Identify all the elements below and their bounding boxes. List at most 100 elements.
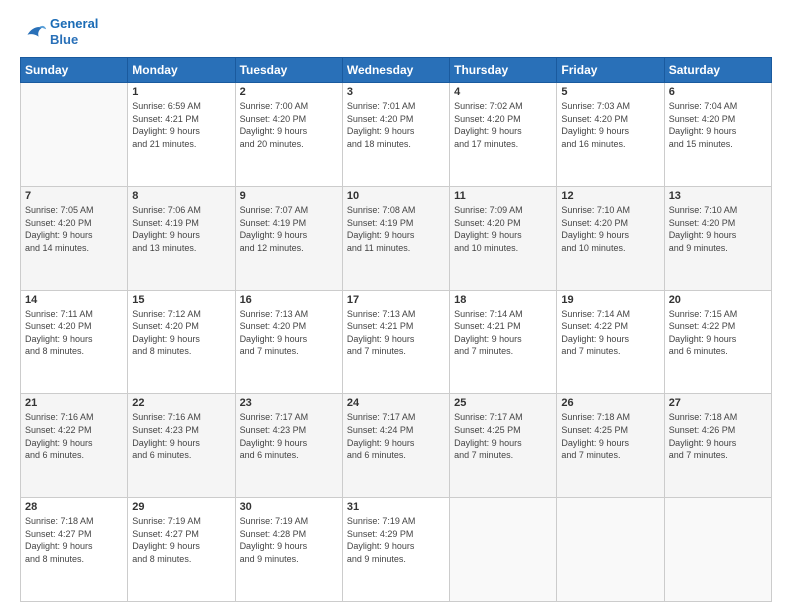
day-number: 11 — [454, 190, 552, 202]
calendar-cell: 18 Sunrise: 7:14 AM Sunset: 4:21 PM Dayli… — [450, 290, 557, 394]
calendar-cell: 7 Sunrise: 7:05 AM Sunset: 4:20 PM Daylig… — [21, 186, 128, 290]
calendar-cell: 1 Sunrise: 6:59 AM Sunset: 4:21 PM Daylig… — [128, 83, 235, 187]
day-info: Sunrise: 7:18 AM Sunset: 4:27 PM Dayligh… — [25, 515, 123, 565]
day-info: Sunrise: 7:06 AM Sunset: 4:19 PM Dayligh… — [132, 204, 230, 254]
day-header-wednesday: Wednesday — [342, 58, 449, 83]
logo-text: General Blue — [50, 16, 98, 47]
calendar-cell: 22 Sunrise: 7:16 AM Sunset: 4:23 PM Dayli… — [128, 394, 235, 498]
day-info: Sunrise: 7:10 AM Sunset: 4:20 PM Dayligh… — [669, 204, 767, 254]
day-info: Sunrise: 7:00 AM Sunset: 4:20 PM Dayligh… — [240, 100, 338, 150]
day-number: 28 — [25, 501, 123, 513]
day-info: Sunrise: 6:59 AM Sunset: 4:21 PM Dayligh… — [132, 100, 230, 150]
day-info: Sunrise: 7:14 AM Sunset: 4:22 PM Dayligh… — [561, 308, 659, 358]
calendar-cell — [450, 498, 557, 602]
calendar-cell: 27Sunrise: 7:18 AM Sunset: 4:26 PM Dayli… — [664, 394, 771, 498]
day-info: Sunrise: 7:19 AM Sunset: 4:29 PM Dayligh… — [347, 515, 445, 565]
calendar-cell: 2 Sunrise: 7:00 AM Sunset: 4:20 PM Daylig… — [235, 83, 342, 187]
week-row-5: 28 Sunrise: 7:18 AM Sunset: 4:27 PM Dayli… — [21, 498, 772, 602]
logo-line1: General — [50, 16, 98, 31]
day-number: 5 — [561, 86, 659, 98]
week-row-1: 1 Sunrise: 6:59 AM Sunset: 4:21 PM Daylig… — [21, 83, 772, 187]
day-info: Sunrise: 7:19 AM Sunset: 4:28 PM Dayligh… — [240, 515, 338, 565]
calendar-cell: 10Sunrise: 7:08 AM Sunset: 4:19 PM Dayli… — [342, 186, 449, 290]
day-number: 3 — [347, 86, 445, 98]
calendar-cell: 20Sunrise: 7:15 AM Sunset: 4:22 PM Dayli… — [664, 290, 771, 394]
day-number: 19 — [561, 294, 659, 306]
calendar-cell — [21, 83, 128, 187]
day-info: Sunrise: 7:17 AM Sunset: 4:23 PM Dayligh… — [240, 411, 338, 461]
calendar-cell: 5 Sunrise: 7:03 AM Sunset: 4:20 PM Daylig… — [557, 83, 664, 187]
day-number: 16 — [240, 294, 338, 306]
day-header-thursday: Thursday — [450, 58, 557, 83]
calendar-cell: 21Sunrise: 7:16 AM Sunset: 4:22 PM Dayli… — [21, 394, 128, 498]
calendar-cell — [557, 498, 664, 602]
day-number: 17 — [347, 294, 445, 306]
day-info: Sunrise: 7:04 AM Sunset: 4:20 PM Dayligh… — [669, 100, 767, 150]
calendar-cell: 30 Sunrise: 7:19 AM Sunset: 4:28 PM Dayli… — [235, 498, 342, 602]
day-number: 1 — [132, 86, 230, 98]
calendar-cell: 29 Sunrise: 7:19 AM Sunset: 4:27 PM Dayli… — [128, 498, 235, 602]
calendar-cell: 25Sunrise: 7:17 AM Sunset: 4:25 PM Dayli… — [450, 394, 557, 498]
day-number: 22 — [132, 397, 230, 409]
calendar-cell: 3 Sunrise: 7:01 AM Sunset: 4:20 PM Daylig… — [342, 83, 449, 187]
week-row-3: 14Sunrise: 7:11 AM Sunset: 4:20 PM Dayli… — [21, 290, 772, 394]
day-number: 30 — [240, 501, 338, 513]
day-info: Sunrise: 7:16 AM Sunset: 4:23 PM Dayligh… — [132, 411, 230, 461]
day-number: 25 — [454, 397, 552, 409]
day-number: 29 — [132, 501, 230, 513]
calendar-cell: 17 Sunrise: 7:13 AM Sunset: 4:21 PM Dayli… — [342, 290, 449, 394]
day-header-monday: Monday — [128, 58, 235, 83]
calendar-cell: 26Sunrise: 7:18 AM Sunset: 4:25 PM Dayli… — [557, 394, 664, 498]
day-info: Sunrise: 7:03 AM Sunset: 4:20 PM Dayligh… — [561, 100, 659, 150]
day-info: Sunrise: 7:08 AM Sunset: 4:19 PM Dayligh… — [347, 204, 445, 254]
day-number: 27 — [669, 397, 767, 409]
day-number: 26 — [561, 397, 659, 409]
day-number: 20 — [669, 294, 767, 306]
day-number: 14 — [25, 294, 123, 306]
day-info: Sunrise: 7:12 AM Sunset: 4:20 PM Dayligh… — [132, 308, 230, 358]
day-info: Sunrise: 7:05 AM Sunset: 4:20 PM Dayligh… — [25, 204, 123, 254]
day-info: Sunrise: 7:17 AM Sunset: 4:24 PM Dayligh… — [347, 411, 445, 461]
calendar-cell: 13Sunrise: 7:10 AM Sunset: 4:20 PM Dayli… — [664, 186, 771, 290]
day-info: Sunrise: 7:19 AM Sunset: 4:27 PM Dayligh… — [132, 515, 230, 565]
week-row-4: 21Sunrise: 7:16 AM Sunset: 4:22 PM Dayli… — [21, 394, 772, 498]
calendar-cell: 14Sunrise: 7:11 AM Sunset: 4:20 PM Dayli… — [21, 290, 128, 394]
day-number: 23 — [240, 397, 338, 409]
calendar-cell: 24Sunrise: 7:17 AM Sunset: 4:24 PM Dayli… — [342, 394, 449, 498]
calendar-cell: 16 Sunrise: 7:13 AM Sunset: 4:20 PM Dayli… — [235, 290, 342, 394]
day-number: 9 — [240, 190, 338, 202]
day-info: Sunrise: 7:01 AM Sunset: 4:20 PM Dayligh… — [347, 100, 445, 150]
day-number: 7 — [25, 190, 123, 202]
logo-icon — [20, 18, 48, 46]
calendar-cell: 9 Sunrise: 7:07 AM Sunset: 4:19 PM Daylig… — [235, 186, 342, 290]
day-header-sunday: Sunday — [21, 58, 128, 83]
calendar-cell: 31 Sunrise: 7:19 AM Sunset: 4:29 PM Dayli… — [342, 498, 449, 602]
calendar-cell: 4 Sunrise: 7:02 AM Sunset: 4:20 PM Daylig… — [450, 83, 557, 187]
logo: General Blue — [20, 16, 98, 47]
day-info: Sunrise: 7:16 AM Sunset: 4:22 PM Dayligh… — [25, 411, 123, 461]
header: General Blue — [20, 16, 772, 47]
day-number: 2 — [240, 86, 338, 98]
day-number: 4 — [454, 86, 552, 98]
day-number: 18 — [454, 294, 552, 306]
calendar-cell: 23 Sunrise: 7:17 AM Sunset: 4:23 PM Dayli… — [235, 394, 342, 498]
day-header-saturday: Saturday — [664, 58, 771, 83]
calendar-cell: 12Sunrise: 7:10 AM Sunset: 4:20 PM Dayli… — [557, 186, 664, 290]
calendar-body: 1 Sunrise: 6:59 AM Sunset: 4:21 PM Daylig… — [21, 83, 772, 602]
calendar-cell: 8Sunrise: 7:06 AM Sunset: 4:19 PM Daylig… — [128, 186, 235, 290]
day-info: Sunrise: 7:09 AM Sunset: 4:20 PM Dayligh… — [454, 204, 552, 254]
calendar-header-row: SundayMondayTuesdayWednesdayThursdayFrid… — [21, 58, 772, 83]
day-info: Sunrise: 7:13 AM Sunset: 4:21 PM Dayligh… — [347, 308, 445, 358]
day-info: Sunrise: 7:13 AM Sunset: 4:20 PM Dayligh… — [240, 308, 338, 358]
calendar-table: SundayMondayTuesdayWednesdayThursdayFrid… — [20, 57, 772, 602]
day-number: 31 — [347, 501, 445, 513]
calendar-cell: 11 Sunrise: 7:09 AM Sunset: 4:20 PM Dayli… — [450, 186, 557, 290]
calendar-cell: 6 Sunrise: 7:04 AM Sunset: 4:20 PM Daylig… — [664, 83, 771, 187]
day-info: Sunrise: 7:07 AM Sunset: 4:19 PM Dayligh… — [240, 204, 338, 254]
day-info: Sunrise: 7:10 AM Sunset: 4:20 PM Dayligh… — [561, 204, 659, 254]
day-info: Sunrise: 7:02 AM Sunset: 4:20 PM Dayligh… — [454, 100, 552, 150]
day-info: Sunrise: 7:14 AM Sunset: 4:21 PM Dayligh… — [454, 308, 552, 358]
day-number: 6 — [669, 86, 767, 98]
day-header-tuesday: Tuesday — [235, 58, 342, 83]
calendar-cell: 28 Sunrise: 7:18 AM Sunset: 4:27 PM Dayli… — [21, 498, 128, 602]
